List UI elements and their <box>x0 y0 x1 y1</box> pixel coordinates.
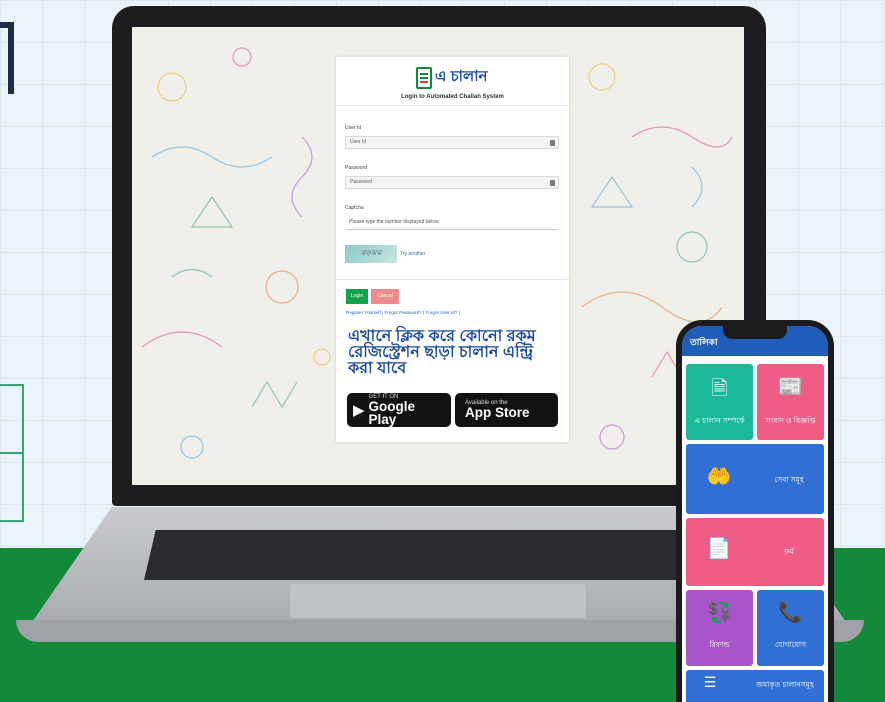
tile-label: সেবা সমূহ <box>774 475 804 484</box>
play-triangle-icon: ▶ <box>353 402 365 419</box>
tile-about-echallan[interactable]: 🗎 এ চালান সম্পর্কে <box>686 364 753 440</box>
tile-services[interactable]: 🤲 সেবা সমূহ <box>686 444 824 514</box>
tile-news-notices[interactable]: 📰 সংবাদ ও বিজ্ঞপ্তি <box>757 364 824 440</box>
refund-icon: 💱 <box>707 602 732 624</box>
tile-contact[interactable]: 📞 যোগাযোগ <box>757 590 824 666</box>
user-id-label: User Id <box>345 125 362 131</box>
cancel-button[interactable]: Cancel <box>371 289 399 304</box>
phone-header-title: তালিকা <box>690 337 718 347</box>
password-input[interactable]: Password <box>345 176 559 189</box>
tile-submitted-challans[interactable]: ☰ জমাকৃত চালানসমূহ <box>686 670 824 702</box>
laptop-keyboard <box>144 530 730 580</box>
login-button[interactable]: Login <box>346 289 368 304</box>
decorative-glyph <box>0 22 14 94</box>
tile-label: যোগাযোগ <box>774 640 807 649</box>
no-registration-promo[interactable]: এখানে ক্লিক করে কোনো রকম রেজিস্ট্রেশন ছা… <box>348 329 562 377</box>
password-placeholder: Password <box>350 179 372 185</box>
login-card: এ চালান Login to Automated Challan Syste… <box>336 57 569 442</box>
divider <box>336 105 569 106</box>
app-store-big-text: App Store <box>465 405 530 421</box>
challan-document-icon <box>416 66 432 89</box>
password-label: Password <box>345 165 367 171</box>
register-link[interactable]: Register Yourself <box>346 310 381 315</box>
user-id-input[interactable]: User Id <box>345 136 559 149</box>
e-challan-logo: এ চালান <box>416 65 488 90</box>
lock-icon <box>550 180 555 186</box>
tile-label: এ চালান সম্পর্কে <box>694 416 745 425</box>
google-play-badge[interactable]: ▶ GET IT ON Google Play <box>347 393 451 427</box>
captcha-input[interactable]: Please type the number displayed below <box>345 217 559 230</box>
tile-label: জমাকৃত চালানসমূহ <box>756 680 814 689</box>
user-id-field-icon <box>550 140 555 146</box>
captcha-image: ঝড়ঝঝ <box>345 245 397 263</box>
phone-notch <box>723 326 787 339</box>
divider <box>336 279 569 280</box>
laptop-touchpad <box>290 584 586 618</box>
tile-forms[interactable]: 📄 ফর্ম <box>686 518 824 586</box>
phone-contact-icon: 📞 <box>778 602 803 624</box>
account-links: Register Yourself | Forgot Password? | F… <box>346 310 460 315</box>
forgot-password-link[interactable]: Forgot Password? <box>384 310 421 315</box>
login-subtitle: Login to Automated Challan System <box>401 94 504 100</box>
phone-screen: তালিকা 🗎 এ চালান সম্পর্কে 📰 সংবাদ ও বিজ্… <box>682 326 828 702</box>
tile-refund[interactable]: 💱 রিফান্ড <box>686 590 753 666</box>
user-id-placeholder: User Id <box>350 139 367 145</box>
captcha-label: Captcha <box>345 205 364 211</box>
captcha-placeholder: Please type the number displayed below <box>349 219 439 225</box>
tile-label: সংবাদ ও বিজ্ঞপ্তি <box>765 416 816 425</box>
tile-label: রিফান্ড <box>709 640 730 649</box>
logo-text: এ চালান <box>435 68 488 85</box>
decorative-frame <box>0 384 24 522</box>
forgot-userid-link[interactable]: Forgot User Id? <box>426 310 458 315</box>
tile-label: ফর্ম <box>784 547 794 556</box>
document-icon: 🗎 <box>711 378 728 400</box>
newspaper-icon: 📰 <box>778 376 803 398</box>
app-store-badge[interactable]: Available on the App Store <box>455 393 558 427</box>
google-play-big-text: Google Play <box>368 398 416 427</box>
try-another-link[interactable]: Try another <box>400 251 425 257</box>
